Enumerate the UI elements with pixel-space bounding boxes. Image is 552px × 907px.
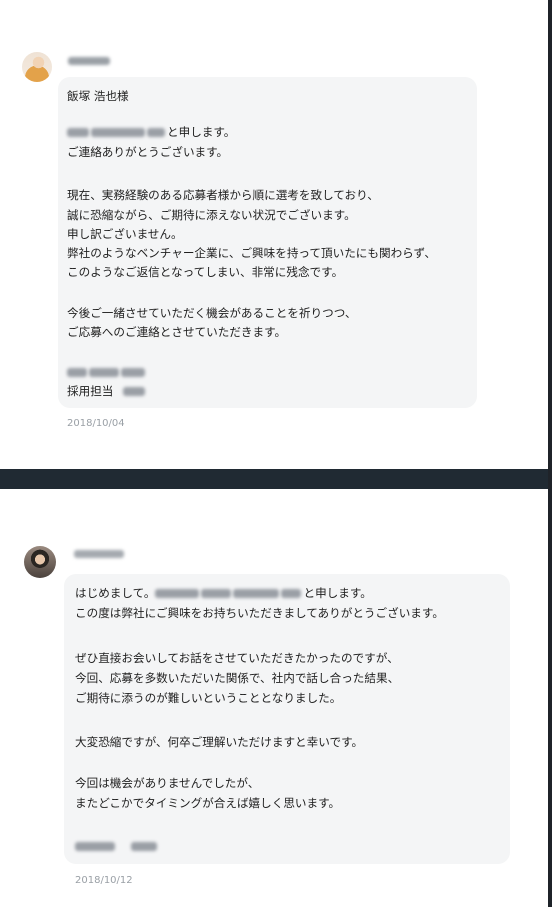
body-line: ご期待に添うのが難しいということとなりました。	[75, 691, 342, 705]
body-line: 弊社のようなベンチャー企業に、ご興味を持って頂いたにも関わらず、	[67, 246, 436, 260]
section-divider	[0, 469, 552, 489]
redacted-text	[155, 589, 200, 598]
redacted-text	[281, 589, 302, 598]
sender-avatar[interactable]	[24, 546, 56, 578]
intro-suffix: と申します。	[303, 586, 372, 600]
intro-suffix: と申します。	[167, 125, 236, 139]
redacted-text	[75, 842, 115, 851]
redacted-text	[201, 589, 232, 598]
thanks-text: この度は弊社にご興味をお持ちいただきましてありがとうございます。	[75, 606, 444, 620]
intro-line: はじめまして。 と申します。	[75, 586, 372, 600]
message-date: 2018/10/12	[75, 875, 133, 886]
message-date: 2018/10/04	[67, 418, 125, 429]
redacted-text	[147, 128, 165, 137]
signature-redacted	[75, 839, 159, 853]
body-line: このようなご返信となってしまい、非常に残念です。	[67, 265, 344, 279]
body-line: 今回は機会がありませんでしたが、	[75, 776, 260, 790]
body-line: 誠に恐縮ながら、ご期待に添えない状況でございます。	[67, 208, 356, 222]
sender-name-redacted	[68, 57, 110, 65]
message-panel-1: 飯塚 浩也様 と申します。 ご連絡ありがとうございます。 現在、実務経験のある応…	[0, 0, 548, 469]
redacted-text	[67, 128, 89, 137]
sender-avatar[interactable]	[22, 52, 52, 82]
redacted-text	[131, 842, 157, 851]
signature-company-redacted	[67, 365, 147, 379]
greeting-text: 飯塚 浩也様	[67, 89, 129, 103]
redacted-text	[67, 368, 87, 377]
redacted-text	[121, 368, 145, 377]
signature-line: 採用担当	[67, 384, 147, 398]
body-line: またどこかでタイミングが合えば嬉しく思います。	[75, 796, 341, 810]
body-line: 申し訳ございません。	[67, 227, 183, 241]
body-line: 今後ご一緒させていただく機会があることを祈りつつ、	[67, 306, 357, 320]
intro-line: と申します。	[67, 125, 235, 139]
body-line: ご応募へのご連絡とさせていただきます。	[67, 325, 287, 339]
body-line: 今回、応募を多数いただいた関係で、社内で話し合った結果、	[75, 671, 400, 685]
body-line: 現在、実務経験のある応募者様から順に選考を致しており、	[67, 188, 379, 202]
body-line: 大変恐縮ですが、何卒ご理解いただけますと幸いです。	[75, 735, 364, 749]
thanks-text: ご連絡ありがとうございます。	[67, 145, 229, 159]
redacted-text	[89, 368, 119, 377]
window-edge	[548, 0, 552, 907]
body-line: ぜひ直接お会いしてお話をさせていただきたかったのですが、	[75, 651, 399, 665]
redacted-text	[233, 589, 280, 598]
redacted-text	[91, 128, 145, 137]
redacted-text	[123, 387, 146, 396]
sender-name-redacted	[74, 550, 124, 558]
intro-prefix: はじめまして。	[75, 586, 156, 600]
signature-role: 採用担当	[67, 384, 114, 398]
